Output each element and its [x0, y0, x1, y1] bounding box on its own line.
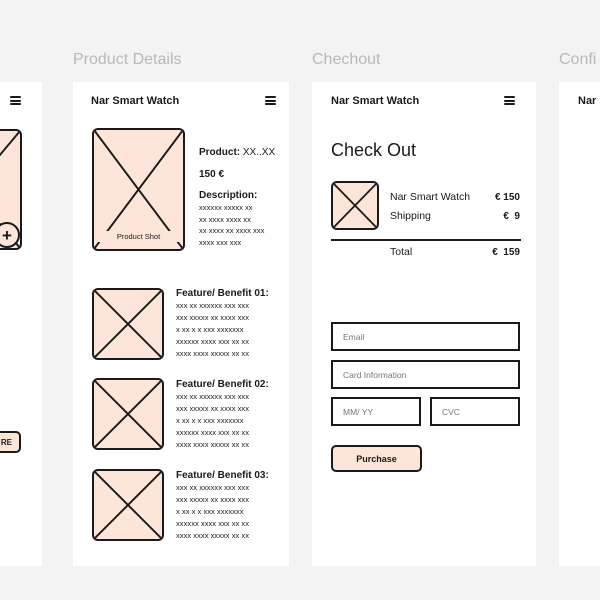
- frame-title-confirmation: Confi: [559, 51, 597, 68]
- total-price: € 159: [492, 247, 520, 258]
- product-label: Product:: [199, 147, 241, 158]
- feature-02-title: Feature/ Benefit 02:: [176, 379, 269, 390]
- product-shot-placeholder: Product Shot: [92, 128, 185, 251]
- checkout-heading: Check Out: [331, 140, 417, 160]
- frame-left: + RE: [0, 82, 42, 566]
- app-name: Nar Smart Watch: [91, 95, 180, 107]
- feature-02-text: xxx xx xxxxxx xxx xxx xxx xxxxx xx xxxx …: [176, 392, 249, 449]
- total-divider: [331, 239, 521, 241]
- left-action-button[interactable]: RE: [0, 431, 21, 453]
- feature-01-title: Feature/ Benefit 01:: [176, 288, 269, 299]
- feature-03-title: Feature/ Benefit 03:: [176, 470, 269, 481]
- feature-01-text: xxx xx xxxxxx xxx xxx xxx xxxxx xx xxxx …: [176, 301, 249, 358]
- menu-icon[interactable]: [504, 96, 515, 105]
- email-field[interactable]: Email: [331, 322, 520, 351]
- product-shot-label: Product Shot: [94, 231, 183, 242]
- description-label: Description:: [199, 190, 258, 201]
- product-price: 150 €: [199, 169, 225, 180]
- app-name: Nar Smart Watch: [331, 95, 420, 107]
- total-label: Total: [390, 246, 413, 258]
- menu-icon[interactable]: [10, 96, 21, 105]
- cart-item-image: [331, 181, 379, 230]
- description-text: xxxxxx xxxxx xx xx xxxx xxxx xx xx xxxx …: [199, 203, 265, 247]
- cart-item-price: € 150: [494, 192, 520, 203]
- feature-03-image: [92, 469, 164, 541]
- product-info: Product: XX..XX: [199, 147, 275, 158]
- menu-icon[interactable]: [265, 96, 276, 105]
- purchase-button[interactable]: Purchase: [331, 445, 422, 472]
- cvc-field[interactable]: CVC: [430, 397, 520, 426]
- feature-01-image: [92, 288, 164, 360]
- cart-item-name: Nar Smart Watch: [390, 191, 471, 203]
- feature-02-image: [92, 378, 164, 450]
- shipping-label: Shipping: [390, 210, 431, 222]
- expiry-field[interactable]: MM/ YY: [331, 397, 421, 426]
- frame-title-checkout: Chechout: [312, 51, 381, 68]
- shipping-price: € 9: [503, 211, 520, 222]
- product-value: XX..XX: [242, 147, 276, 158]
- app-name: Nar: [578, 95, 597, 107]
- card-information-field[interactable]: Card Information: [331, 360, 520, 389]
- frame-title-product-details: Product Details: [73, 51, 182, 68]
- frame-confirmation: [559, 82, 600, 566]
- feature-03-text: xxx xx xxxxxx xxx xxx xxx xxxxx xx xxxx …: [176, 483, 249, 540]
